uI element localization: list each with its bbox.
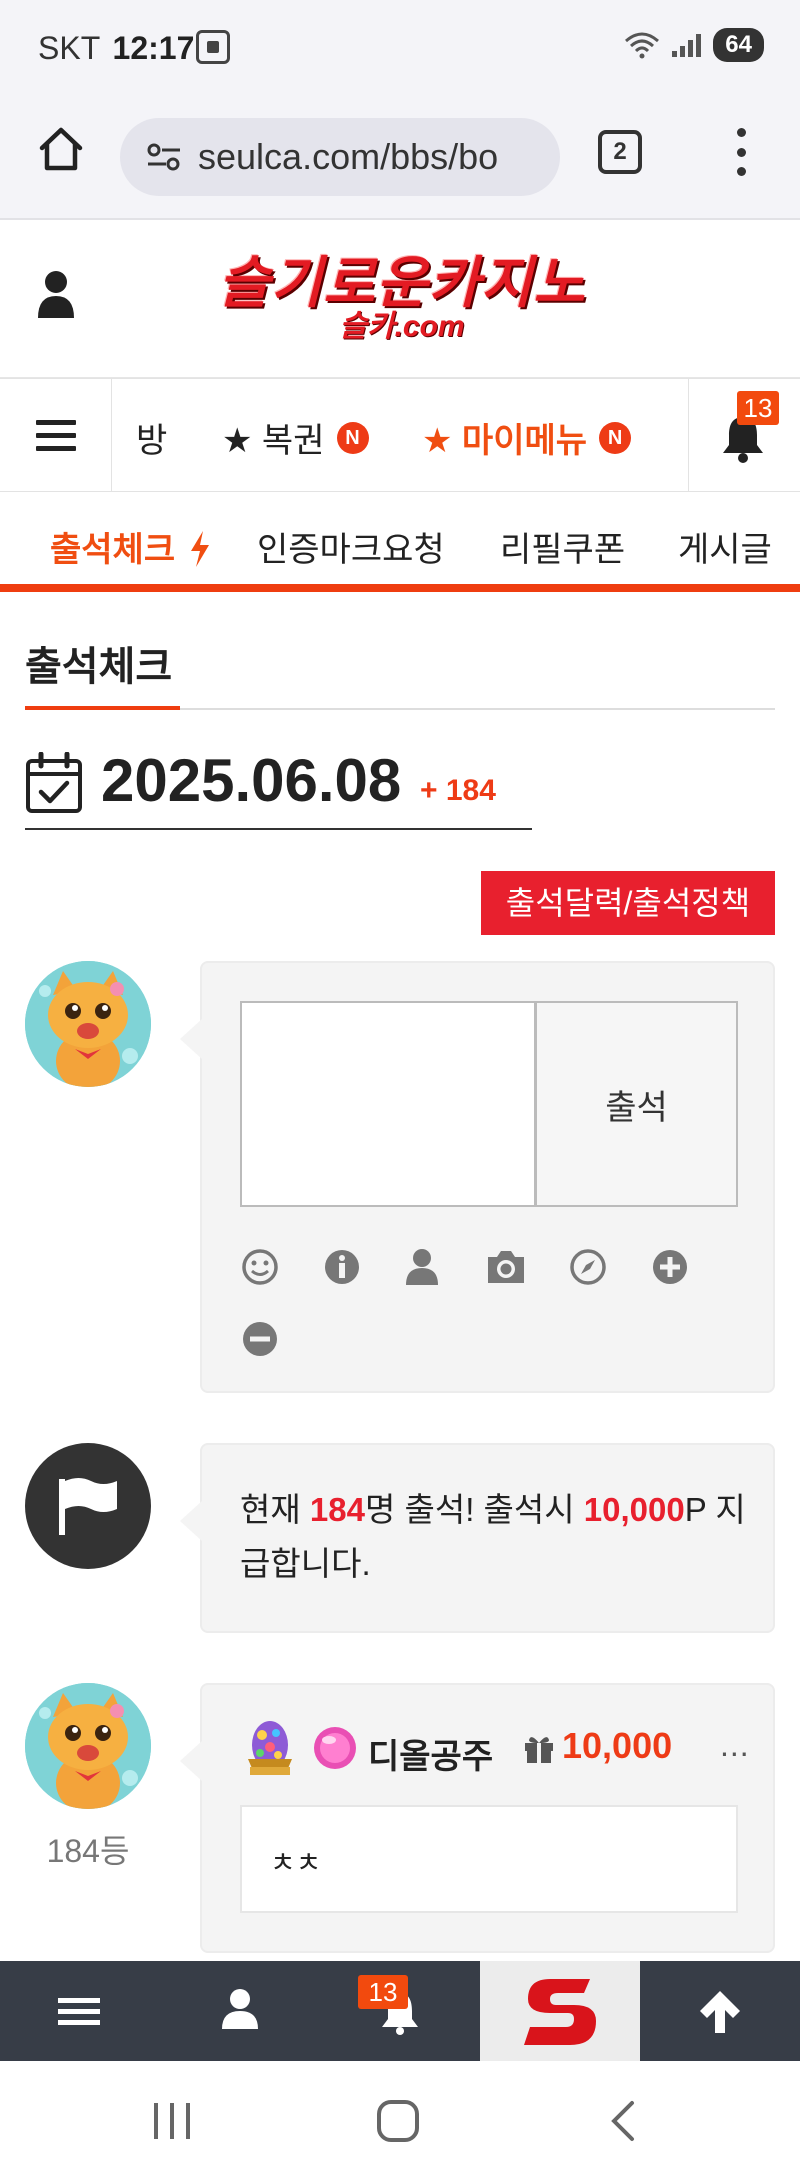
flag-icon (59, 1478, 117, 1535)
scroll-top-button[interactable] (680, 1961, 760, 2061)
notice-count: 184 (309, 1491, 365, 1528)
logo-main-text: 슬기로운카지노 (218, 251, 586, 314)
avatar (25, 961, 151, 1087)
browser-toolbar: seulca.com/bbs/bo 2 (0, 96, 800, 220)
avatar (25, 1683, 151, 1809)
cat-avatar-image (25, 961, 151, 1087)
notice-avatar (25, 1443, 151, 1569)
status-carrier-time: SKT 12:17 (38, 30, 194, 67)
logo-sub-text: 슬카.com (339, 310, 465, 343)
site-settings-icon[interactable] (146, 142, 182, 172)
tab-cert-request[interactable]: 인증마크요청 (257, 522, 445, 571)
user-icon[interactable] (402, 1247, 442, 1287)
calendar-check-icon (26, 752, 82, 813)
bottom-nav: 13 (0, 1961, 800, 2061)
menu-item-my-menu-label: ★ 마이메뉴 (422, 422, 588, 460)
notification-count-badge: 13 (737, 391, 779, 425)
address-bar[interactable]: seulca.com/bbs/bo (120, 118, 560, 196)
level-egg-icon (248, 1721, 292, 1775)
site-header: 슬기로운카지노 슬카.com (0, 222, 800, 378)
site-logo-button[interactable] (480, 1961, 640, 2061)
comment-header: 디올공주 10,000 ... (240, 1717, 780, 1777)
system-nav-bar (0, 2061, 800, 2180)
commenter-name[interactable]: 디올공주 (368, 1729, 493, 1778)
hamburger-menu-icon (58, 1998, 100, 2025)
status-indicators: 64 (624, 28, 764, 62)
plus-circle-icon[interactable] (650, 1247, 690, 1287)
tab-attendance-label: 출석체크 (50, 531, 176, 569)
home-nav-icon[interactable] (374, 2097, 422, 2145)
tab-attendance[interactable]: 출석체크 (50, 522, 211, 571)
new-badge: N (599, 421, 632, 454)
menu-item-lottery-label: ★ 복권 (222, 422, 325, 460)
notice-mid: 명 출석! 출석시 (364, 1491, 584, 1528)
menu-scroll-area[interactable]: 방 ★ 복권 N ★ 마이메뉴 N (112, 379, 688, 491)
comment-body: ㅊㅊ (240, 1805, 738, 1913)
battery-level: 64 (713, 28, 764, 62)
recent-apps-icon[interactable] (150, 2101, 194, 2141)
attendance-notice: 현재 184명 출석! 출석시 10,000P 지급합니다. (240, 1483, 760, 1591)
notice-points: 10,000 (583, 1491, 685, 1528)
title-divider-accent (25, 706, 180, 710)
notifications-button[interactable]: 13 (688, 379, 800, 491)
notice-prefix: 현재 (240, 1491, 310, 1528)
notification-count-badge: 13 (358, 1975, 408, 2009)
menu-item-lottery[interactable]: ★ 복권 N (222, 413, 369, 462)
hamburger-menu-icon[interactable] (0, 379, 112, 491)
smile-icon[interactable] (240, 1247, 280, 1287)
bottom-profile-button[interactable] (200, 1961, 280, 2061)
attendance-rank: 184등 (46, 1833, 130, 1869)
checkin-form-bubble: 출석 (180, 961, 775, 1393)
date-row: 2025.06.08 + 184 (25, 740, 532, 830)
site-logo[interactable]: 슬기로운카지노 슬카.com (212, 252, 592, 352)
attendance-delta: + 184 (420, 774, 496, 807)
user-icon[interactable] (36, 270, 76, 320)
camera-icon[interactable] (484, 1247, 528, 1287)
wifi-icon (625, 32, 660, 59)
notice-bubble: 현재 184명 출석! 출석시 10,000P 지급합니다. (180, 1443, 775, 1633)
menu-item-partial[interactable]: 방 (136, 413, 167, 462)
bottom-notifications-button[interactable]: 13 (350, 1961, 450, 2061)
info-icon[interactable] (322, 1247, 362, 1287)
bottom-menu-button[interactable] (40, 1961, 120, 2061)
arrow-up-icon (700, 1991, 740, 2033)
checkin-message-input[interactable] (240, 1001, 536, 1207)
home-icon[interactable] (36, 124, 86, 174)
status-carrier: SKT (38, 30, 100, 66)
signal-icon (672, 33, 702, 57)
sub-tab-bar: 출석체크 인증마크요청 리필쿠폰 게시글 (0, 492, 800, 592)
gift-icon (525, 1737, 553, 1763)
menu-item-partial-label: 방 (136, 422, 168, 460)
main-menu-bar: 방 ★ 복권 N ★ 마이메뉴 N 13 (0, 378, 800, 492)
tab-posts[interactable]: 게시글 (678, 522, 772, 571)
status-time: 12:17 (112, 30, 195, 66)
cat-avatar-image (25, 1683, 151, 1809)
tab-refill-coupon[interactable]: 리필쿠폰 (500, 522, 625, 571)
s-logo-icon (524, 1979, 596, 2045)
new-badge: N (336, 421, 369, 454)
minus-circle-icon[interactable] (240, 1319, 280, 1359)
page-title: 출석체크 (25, 645, 173, 689)
url-text: seulca.com/bbs/bo (198, 136, 499, 177)
more-menu-icon[interactable] (726, 124, 756, 180)
pink-orb-icon (314, 1727, 356, 1769)
attendance-policy-button[interactable]: 출석달력/출석정책 (481, 871, 775, 935)
menu-item-my-menu[interactable]: ★ 마이메뉴 N (422, 413, 632, 462)
comment-bubble: 디올공주 10,000 ... ㅊㅊ (180, 1683, 775, 1953)
user-icon (222, 1989, 258, 2029)
compass-icon[interactable] (568, 1247, 608, 1287)
commenter-points: 10,000 (562, 1725, 673, 1766)
screenshot-icon (196, 30, 230, 64)
status-bar: SKT 12:17 64 (0, 0, 800, 96)
tab-switcher-button[interactable]: 2 (598, 130, 642, 174)
checkin-submit-button[interactable]: 출석 (536, 1001, 738, 1207)
comment-more-button[interactable]: ... (720, 1727, 750, 1764)
lightning-icon (190, 531, 209, 567)
back-icon[interactable] (604, 2099, 644, 2143)
comment-text: ㅊㅊ (270, 1847, 322, 1878)
attendance-date: 2025.06.08 (101, 747, 402, 814)
